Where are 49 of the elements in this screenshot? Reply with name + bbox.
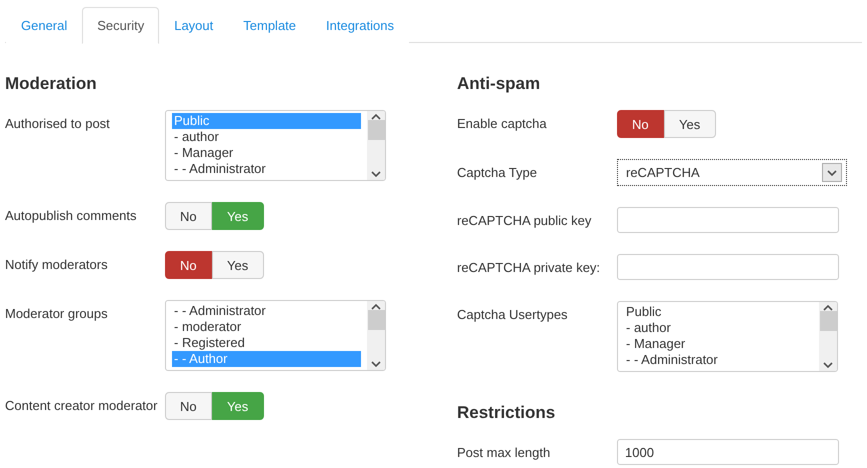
toggle-option[interactable]: No [165,251,212,279]
input-field[interactable]: 1000 [617,439,839,465]
list-option[interactable]: - Registered [172,335,361,351]
tab[interactable]: General [6,7,82,44]
field-label: Post max length [457,444,552,460]
scrollbar-thumb[interactable] [820,311,836,331]
field-label: Autopublish comments [5,207,138,223]
list-option[interactable]: - Manager [624,336,813,352]
field-label: Captcha Type [457,164,538,180]
field-label: Captcha Usertypes [457,306,569,322]
list-option[interactable]: - - Administrator [172,303,361,319]
section-heading: Anti-spam [457,73,542,95]
list-option[interactable]: - - Administrator [172,161,361,177]
list-option[interactable]: - moderator [172,319,361,335]
scroll-down-icon[interactable] [371,361,381,367]
input-field[interactable] [617,254,839,280]
field-label: Authorised to post [5,115,111,131]
field-label: Moderator groups [5,305,109,321]
scroll-down-icon[interactable] [823,362,833,368]
field-label: Enable captcha [457,115,548,131]
section-heading: Restrictions [457,402,556,424]
field-label: reCAPTCHA public key [457,212,592,228]
field-label: reCAPTCHA private key: [457,259,602,275]
section-heading: Moderation [5,73,98,95]
list-box[interactable]: Public - author - Manager - - Administrator [165,110,386,181]
field-label: Content creator moderator [5,397,158,413]
list-option[interactable]: - author [624,320,813,336]
list-box[interactable]: Public - author - Manager - - Administrator [617,301,838,372]
scrollbar-thumb[interactable] [368,120,384,140]
list-option[interactable]: - - Administrator [624,352,813,368]
toggle-option[interactable]: No [165,392,212,420]
toggle-option[interactable]: Yes [212,251,264,279]
scroll-up-icon[interactable] [371,114,381,120]
tab[interactable]: Security [82,7,160,44]
list-option[interactable]: - author [172,129,361,145]
scroll-up-icon[interactable] [371,304,381,310]
toggle-option[interactable]: No [165,202,212,230]
list-option[interactable]: Public [624,304,813,320]
scroll-down-icon[interactable] [371,171,381,177]
dropdown-caret-icon[interactable] [827,170,837,176]
scrollbar-thumb[interactable] [368,310,384,330]
field-label: Notify moderators [5,256,109,272]
input-field[interactable] [617,207,839,233]
scroll-up-icon[interactable] [823,305,833,311]
toggle-option[interactable]: Yes [664,110,716,138]
select-field[interactable]: reCAPTCHA [617,159,847,186]
list-box[interactable]: - - Administrator - moderator - Registered - - Author [165,300,386,371]
list-option[interactable]: - Manager [172,145,361,161]
toggle-option[interactable]: No [617,110,664,138]
